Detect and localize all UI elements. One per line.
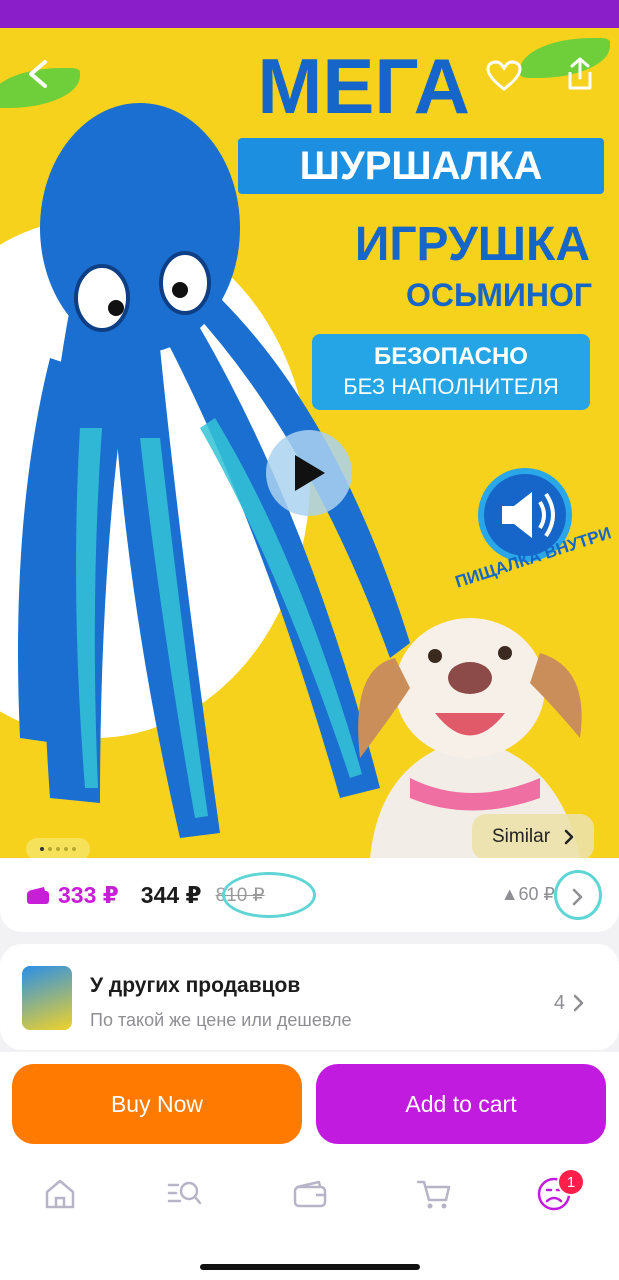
home-indicator	[200, 1264, 420, 1270]
tab-cart[interactable]	[414, 1174, 454, 1214]
tab-catalog[interactable]	[164, 1174, 204, 1214]
catalog-search-icon	[167, 1181, 202, 1205]
other-sellers-row[interactable]: У других продавцов По такой же цене или …	[0, 944, 619, 1050]
promo-product-type: ОСЬМИНОГ	[406, 277, 592, 313]
heart-icon	[486, 60, 522, 91]
gallery-pagination	[26, 838, 90, 858]
home-icon	[45, 1179, 75, 1209]
price-panel[interactable]: 333 ₽ 344 ₽ 810 ₽ ▲60 ₽	[0, 858, 619, 932]
back-button[interactable]	[16, 52, 60, 96]
chevron-right-icon	[564, 829, 574, 845]
safety-badge: БЕЗОПАСНО БЕЗ НАПОЛНИТЕЛЯ	[312, 334, 590, 410]
similar-button[interactable]: Similar	[472, 814, 594, 858]
tab-wallet[interactable]	[290, 1174, 330, 1214]
promo-title: МЕГА	[257, 42, 470, 130]
play-icon	[295, 455, 325, 491]
wallet-price: 333 ₽	[58, 881, 119, 908]
pagination-dot	[40, 847, 44, 851]
chevron-right-icon	[573, 994, 584, 1012]
buy-now-button[interactable]: Buy Now	[12, 1064, 302, 1144]
add-to-cart-button[interactable]: Add to cart	[316, 1064, 606, 1144]
safety-title: БЕЗОПАСНО	[374, 343, 528, 370]
promo-product: ИГРУШКА	[354, 218, 590, 271]
share-button[interactable]	[558, 52, 602, 96]
bottom-panel: Buy Now Add to cart	[0, 1052, 619, 1280]
share-icon	[568, 57, 592, 90]
tab-home[interactable]	[40, 1174, 80, 1214]
pagination-dot	[64, 847, 68, 851]
promo-subtitle: ШУРШАЛКА	[238, 138, 604, 194]
wallet-icon	[293, 1180, 327, 1208]
cart-icon	[416, 1180, 451, 1209]
favorite-button[interactable]	[482, 54, 526, 98]
current-price: 344 ₽	[140, 881, 202, 908]
notification-badge: 1	[557, 1168, 585, 1196]
other-sellers-count: 4	[553, 992, 565, 1014]
product-image-gallery[interactable]: МЕГА ШУРШАЛКА ИГРУШКА ОСЬМИНОГ БЕЗОПАСНО…	[0, 28, 619, 858]
pagination-dot	[48, 847, 52, 851]
safety-subtitle: БЕЗ НАПОЛНИТЕЛЯ	[343, 374, 559, 399]
wallet-icon	[27, 887, 49, 904]
tab-bar	[0, 1164, 619, 1224]
other-sellers-subtitle: По такой же цене или дешевле	[90, 1010, 352, 1030]
other-sellers-title: У других продавцов	[90, 974, 301, 997]
pagination-dot	[72, 847, 76, 851]
price-drop: ▲60 ₽	[500, 884, 555, 904]
highlight-circle	[222, 872, 316, 918]
pagination-dot	[56, 847, 60, 851]
play-video-button[interactable]	[266, 430, 352, 516]
chevron-right-icon	[572, 888, 583, 906]
chevron-left-icon	[29, 60, 47, 88]
similar-label: Similar	[491, 826, 551, 847]
seller-product-thumbnail	[22, 966, 72, 1030]
price-details-button[interactable]	[554, 870, 602, 920]
status-bar	[0, 0, 619, 28]
